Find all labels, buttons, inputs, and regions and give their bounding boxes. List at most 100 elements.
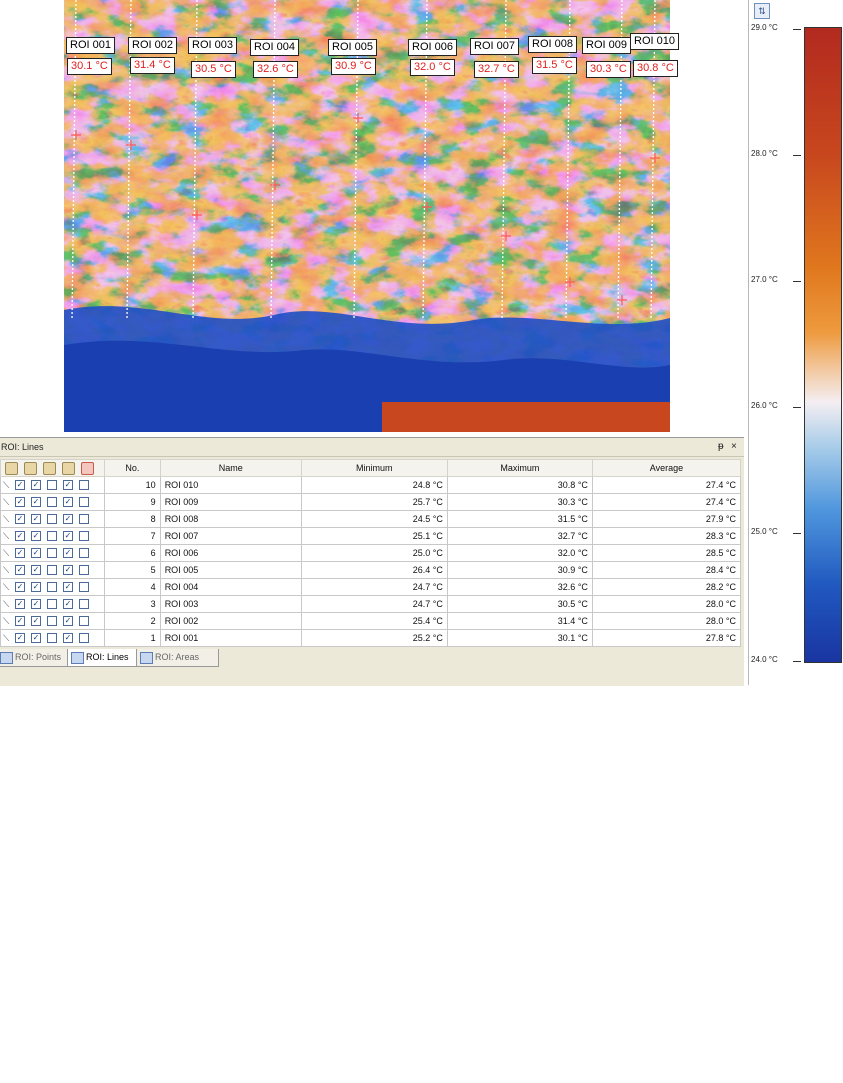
marker-checkbox[interactable]: [47, 531, 57, 542]
row-average: 27.8 °C: [591, 629, 742, 647]
delete-tool-icon[interactable]: [81, 461, 94, 475]
roi-label[interactable]: ROI 005: [328, 39, 377, 56]
row-name: ROI 010: [159, 476, 302, 494]
roi-label[interactable]: ROI 002: [128, 37, 177, 54]
roi-temperature-label: 30.3 °C: [586, 61, 631, 78]
label-checkbox[interactable]: ✓: [31, 616, 41, 627]
extra-checkbox[interactable]: [79, 480, 89, 491]
visible-checkbox[interactable]: ✓: [15, 582, 25, 593]
extra-checkbox[interactable]: [79, 565, 89, 576]
visible-checkbox[interactable]: ✓: [15, 616, 25, 627]
marker-checkbox[interactable]: [47, 582, 57, 593]
tab-roi-lines[interactable]: ROI: Lines: [67, 649, 146, 667]
extra-checkbox[interactable]: [79, 633, 89, 644]
row-controls: ⟍ ✓ ✓ ✓: [0, 612, 105, 630]
value-checkbox[interactable]: ✓: [63, 531, 73, 542]
table-row[interactable]: ⟍ ✓ ✓ ✓ 2 ROI 002 25.4 °C 31.4 °C 28.0 °C: [0, 612, 742, 630]
extra-checkbox[interactable]: [79, 616, 89, 627]
roi-label[interactable]: ROI 009: [582, 37, 631, 54]
table-row[interactable]: ⟍ ✓ ✓ ✓ 6 ROI 006 25.0 °C 32.0 °C 28.5 °C: [0, 544, 742, 562]
value-checkbox[interactable]: ✓: [63, 616, 73, 627]
label-checkbox[interactable]: ✓: [31, 633, 41, 644]
row-number: 9: [104, 493, 161, 511]
extra-checkbox[interactable]: [79, 497, 89, 508]
label-checkbox[interactable]: ✓: [31, 531, 41, 542]
roi-label[interactable]: ROI 006: [408, 39, 457, 56]
table-row[interactable]: ⟍ ✓ ✓ ✓ 7 ROI 007 25.1 °C 32.7 °C 28.3 °C: [0, 527, 742, 545]
label-checkbox[interactable]: ✓: [31, 582, 41, 593]
line-style-icon: ⟍: [3, 581, 10, 592]
table-row[interactable]: ⟍ ✓ ✓ ✓ 8 ROI 008 24.5 °C 31.5 °C 27.9 °C: [0, 510, 742, 528]
value-checkbox[interactable]: ✓: [63, 582, 73, 593]
line-tool-icon[interactable]: [5, 461, 18, 475]
visible-checkbox[interactable]: ✓: [15, 497, 25, 508]
pin-icon[interactable]: ᵽ: [718, 438, 724, 456]
column-header-maximum[interactable]: Maximum: [446, 459, 593, 477]
roi-label[interactable]: ROI 001: [66, 37, 115, 54]
extra-checkbox[interactable]: [79, 548, 89, 559]
label-checkbox[interactable]: ✓: [31, 565, 41, 576]
value-checkbox[interactable]: ✓: [63, 565, 73, 576]
value-checkbox[interactable]: ✓: [63, 480, 73, 491]
marker-checkbox[interactable]: [47, 599, 57, 610]
value-checkbox[interactable]: ✓: [63, 514, 73, 525]
extra-checkbox[interactable]: [79, 514, 89, 525]
label-checkbox[interactable]: ✓: [31, 497, 41, 508]
visible-checkbox[interactable]: ✓: [15, 565, 25, 576]
row-name: ROI 004: [159, 578, 302, 596]
tab-roi-areas[interactable]: ROI: Areas: [136, 649, 219, 667]
extra-checkbox[interactable]: [79, 531, 89, 542]
roi-label[interactable]: ROI 008: [528, 36, 577, 53]
visible-checkbox[interactable]: ✓: [15, 480, 25, 491]
table-row[interactable]: ⟍ ✓ ✓ ✓ 3 ROI 003 24.7 °C 30.5 °C 28.0 °C: [0, 595, 742, 613]
visible-checkbox[interactable]: ✓: [15, 548, 25, 559]
visibility-tool-icon[interactable]: [24, 461, 37, 475]
visible-checkbox[interactable]: ✓: [15, 531, 25, 542]
marker-checkbox[interactable]: [47, 514, 57, 525]
column-header-no[interactable]: No.: [104, 459, 161, 477]
marker-checkbox[interactable]: [47, 480, 57, 491]
visible-checkbox[interactable]: ✓: [15, 514, 25, 525]
label-tool-icon[interactable]: [43, 461, 56, 475]
column-header-minimum[interactable]: Minimum: [300, 459, 448, 477]
visible-checkbox[interactable]: ✓: [15, 599, 25, 610]
table-row[interactable]: ⟍ ✓ ✓ ✓ 5 ROI 005 26.4 °C 30.9 °C 28.4 °C: [0, 561, 742, 579]
marker-tool-icon[interactable]: [62, 461, 75, 475]
row-name: ROI 009: [159, 493, 302, 511]
value-checkbox[interactable]: ✓: [63, 599, 73, 610]
table-row[interactable]: ⟍ ✓ ✓ ✓ 10 ROI 010 24.8 °C 30.8 °C 27.4 °C: [0, 476, 742, 494]
roi-temperature-label: 30.5 °C: [191, 61, 236, 78]
row-number: 10: [104, 476, 161, 494]
label-checkbox[interactable]: ✓: [31, 480, 41, 491]
row-name: ROI 006: [159, 544, 302, 562]
marker-checkbox[interactable]: [47, 548, 57, 559]
row-number: 5: [104, 561, 161, 579]
roi-label[interactable]: ROI 004: [250, 39, 299, 56]
marker-checkbox[interactable]: [47, 497, 57, 508]
extra-checkbox[interactable]: [79, 582, 89, 593]
close-icon[interactable]: ×: [731, 438, 737, 456]
line-style-icon: ⟍: [3, 564, 10, 575]
roi-label[interactable]: ROI 010: [630, 33, 679, 50]
roi-temperature-label: 30.8 °C: [633, 60, 678, 77]
column-header-name[interactable]: Name: [159, 459, 302, 477]
label-checkbox[interactable]: ✓: [31, 548, 41, 559]
table-row[interactable]: ⟍ ✓ ✓ ✓ 1 ROI 001 25.2 °C 30.1 °C 27.8 °C: [0, 629, 742, 647]
scale-options-icon[interactable]: ⇅: [754, 3, 770, 19]
marker-checkbox[interactable]: [47, 633, 57, 644]
roi-label[interactable]: ROI 003: [188, 37, 237, 54]
value-checkbox[interactable]: ✓: [63, 548, 73, 559]
extra-checkbox[interactable]: [79, 599, 89, 610]
value-checkbox[interactable]: ✓: [63, 633, 73, 644]
roi-label[interactable]: ROI 007: [470, 38, 519, 55]
marker-checkbox[interactable]: [47, 565, 57, 576]
label-checkbox[interactable]: ✓: [31, 599, 41, 610]
row-maximum: 32.6 °C: [446, 578, 593, 596]
column-header-average[interactable]: Average: [591, 459, 742, 477]
marker-checkbox[interactable]: [47, 616, 57, 627]
value-checkbox[interactable]: ✓: [63, 497, 73, 508]
table-row[interactable]: ⟍ ✓ ✓ ✓ 9 ROI 009 25.7 °C 30.3 °C 27.4 °C: [0, 493, 742, 511]
label-checkbox[interactable]: ✓: [31, 514, 41, 525]
table-row[interactable]: ⟍ ✓ ✓ ✓ 4 ROI 004 24.7 °C 32.6 °C 28.2 °C: [0, 578, 742, 596]
visible-checkbox[interactable]: ✓: [15, 633, 25, 644]
